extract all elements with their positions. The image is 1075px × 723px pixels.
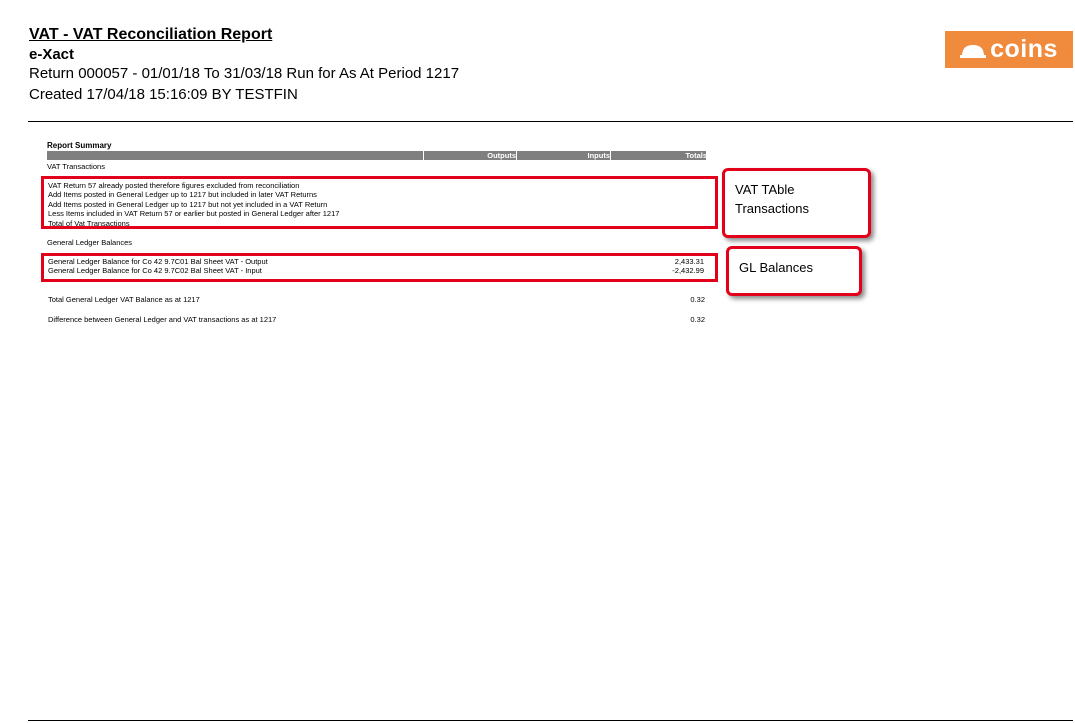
column-header-bar: Outputs Inputs Totals: [47, 151, 707, 160]
hard-hat-icon: [960, 44, 987, 58]
difference-label: Difference between General Ledger and VA…: [48, 315, 277, 324]
column-outputs: Outputs: [423, 151, 516, 160]
callout-text: GL Balances: [739, 260, 813, 275]
column-totals: Totals: [610, 151, 707, 160]
column-inputs: Inputs: [516, 151, 610, 160]
report-title: VAT - VAT Reconciliation Report: [29, 26, 273, 43]
gl-balances-callout: GL Balances: [726, 246, 862, 296]
return-info: Return 000057 - 01/01/18 To 31/03/18 Run…: [29, 65, 460, 82]
vat-table-callout: VAT TAble Transactions: [722, 168, 871, 238]
gl-balances-heading: General Ledger Balances: [47, 238, 133, 247]
report-subtitle: e-Xact: [29, 46, 75, 63]
difference-value: 0.32: [690, 315, 705, 324]
created-info: Created 17/04/18 15:16:09 BY TESTFIN: [29, 86, 298, 103]
header-divider: [28, 121, 1073, 122]
logo-text: coins: [990, 35, 1058, 63]
callout-text: VAT TAble: [735, 182, 795, 197]
callout-text: Transactions: [735, 201, 809, 216]
total-gl-value: 0.32: [690, 295, 705, 304]
report-summary-title: Report Summary: [47, 141, 112, 150]
vat-highlight-box: [41, 176, 718, 229]
vat-transactions-heading: VAT Transactions: [47, 162, 105, 171]
footer-divider: [28, 720, 1073, 721]
gl-highlight-box: [41, 253, 718, 282]
coins-logo: coins: [945, 31, 1073, 68]
total-gl-label: Total General Ledger VAT Balance as at 1…: [48, 295, 200, 304]
